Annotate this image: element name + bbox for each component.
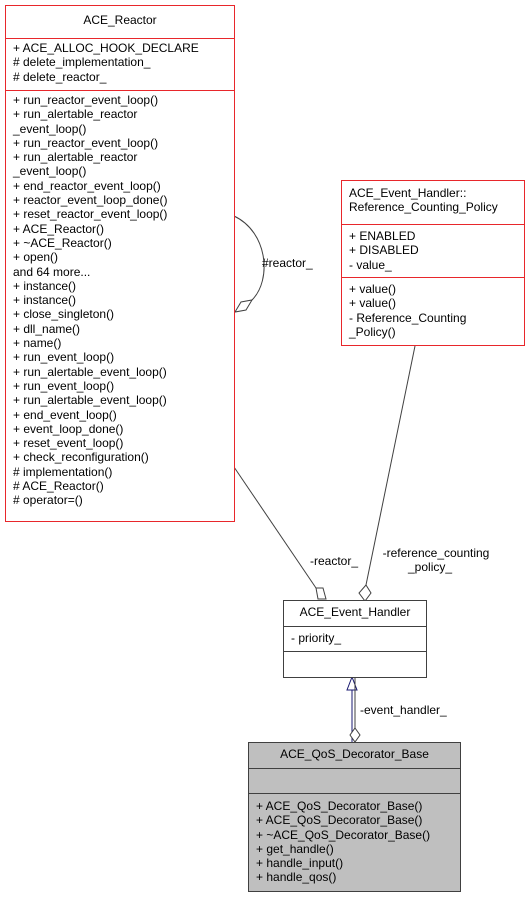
method: + ACE_QoS_Decorator_Base() — [256, 799, 423, 813]
method: + open() — [13, 250, 59, 265]
attribute: + DISABLED — [349, 243, 419, 258]
class-methods: + ACE_QoS_Decorator_Base() + ACE_QoS_Dec… — [249, 793, 460, 888]
method: + value() — [349, 282, 397, 296]
method: - Reference_Counting — [349, 310, 467, 325]
method: + ~ACE_Reactor() — [13, 235, 112, 250]
edge-label-event-handler: -event_handler_ — [360, 703, 447, 717]
edge-label-policy: -reference_counting _policy_ — [378, 546, 494, 574]
class-attributes: + ACE_ALLOC_HOOK_DECLARE # delete_implem… — [6, 38, 234, 90]
method: + event_loop_done() — [13, 421, 124, 436]
attribute: + ENABLED — [349, 229, 416, 243]
method: + run_alertable_reactor — [13, 150, 138, 165]
aggregation-diamond-reactor — [315, 587, 327, 600]
method: + run_event_loop() — [13, 378, 115, 393]
method: _event_loop() — [13, 121, 87, 136]
attribute: # delete_implementation_ — [13, 55, 151, 70]
method: + dll_name() — [13, 321, 81, 336]
class-ace-event-handler[interactable]: ACE_Event_Handler - priority_ — [283, 600, 427, 678]
class-ace-reactor[interactable]: ACE_Reactor + ACE_ALLOC_HOOK_DECLARE # d… — [5, 5, 235, 522]
method: # implementation() — [13, 464, 113, 479]
attribute: # delete_reactor_ — [13, 69, 107, 84]
method: + reset_reactor_event_loop() — [13, 207, 168, 222]
edge-label-policy-line2: _policy_ — [408, 560, 453, 574]
edge-label-reactor: -reactor_ — [310, 554, 359, 568]
edge-label-policy-line1: -reference_counting — [382, 546, 490, 560]
method: + ACE_QoS_Decorator_Base() — [256, 813, 423, 828]
method: + end_event_loop() — [13, 407, 117, 422]
attribute: - priority_ — [291, 631, 342, 645]
edge-label-self-reactor: #reactor_ — [262, 256, 313, 270]
aggregation-diamond-self — [234, 299, 253, 313]
class-title: ACE_QoS_Decorator_Base — [280, 747, 429, 761]
class-reference-counting-policy[interactable]: ACE_Event_Handler:: Reference_Counting_P… — [341, 180, 525, 346]
edge-self-reactor — [233, 215, 265, 301]
method: + run_alertable_event_loop() — [13, 364, 167, 379]
class-methods: + value() + value() - Reference_Counting… — [342, 277, 524, 342]
class-title: ACE_Reactor — [83, 13, 157, 27]
class-title-line: Reference_Counting_Policy — [349, 200, 498, 215]
class-attributes: + ENABLED + DISABLED - value_ — [342, 224, 524, 277]
attribute: + ACE_ALLOC_HOOK_DECLARE — [13, 41, 199, 55]
class-ace-qos-decorator-base[interactable]: ACE_QoS_Decorator_Base + ACE_QoS_Decorat… — [248, 742, 461, 892]
method: # operator=() — [13, 493, 83, 508]
method: + run_reactor_event_loop() — [13, 93, 159, 107]
method: _event_loop() — [13, 164, 87, 179]
method: + name() — [13, 336, 62, 351]
method: + reset_event_loop() — [13, 436, 124, 451]
edge-reactor — [233, 466, 317, 589]
method: + instance() — [13, 293, 77, 308]
class-attributes: - priority_ — [284, 626, 426, 651]
class-title: ACE_Event_Handler — [299, 605, 411, 619]
method: + reactor_event_loop_done() — [13, 193, 168, 208]
more-methods-link[interactable]: and 64 more... — [13, 265, 227, 279]
class-attributes — [249, 768, 460, 793]
method: + run_event_loop() — [13, 350, 115, 365]
method: + instance() — [13, 278, 77, 293]
method: + handle_input() — [256, 856, 344, 871]
method: + run_alertable_reactor — [13, 107, 138, 122]
method: + ACE_Reactor() — [13, 221, 105, 236]
method: + value() — [349, 296, 397, 311]
method: + end_reactor_event_loop() — [13, 178, 161, 193]
method: + check_reconfiguration() — [13, 450, 149, 465]
method: + handle_qos() — [256, 870, 337, 885]
method: + run_alertable_event_loop() — [13, 393, 167, 408]
aggregation-diamond-policy — [358, 584, 372, 602]
method: + get_handle() — [256, 841, 334, 856]
class-title: ACE_Event_Handler:: Reference_Counting_P… — [342, 181, 524, 224]
class-methods — [284, 651, 426, 677]
attribute: - value_ — [349, 257, 392, 272]
class-methods: + run_reactor_event_loop() + run_alertab… — [6, 90, 234, 511]
method: + ~ACE_QoS_Decorator_Base() — [256, 827, 431, 842]
method: _Policy() — [349, 324, 396, 339]
class-title-line: ACE_Event_Handler:: — [349, 186, 467, 200]
method: + close_singleton() — [13, 307, 115, 322]
method: # ACE_Reactor() — [13, 479, 104, 494]
method: + run_reactor_event_loop() — [13, 135, 159, 150]
